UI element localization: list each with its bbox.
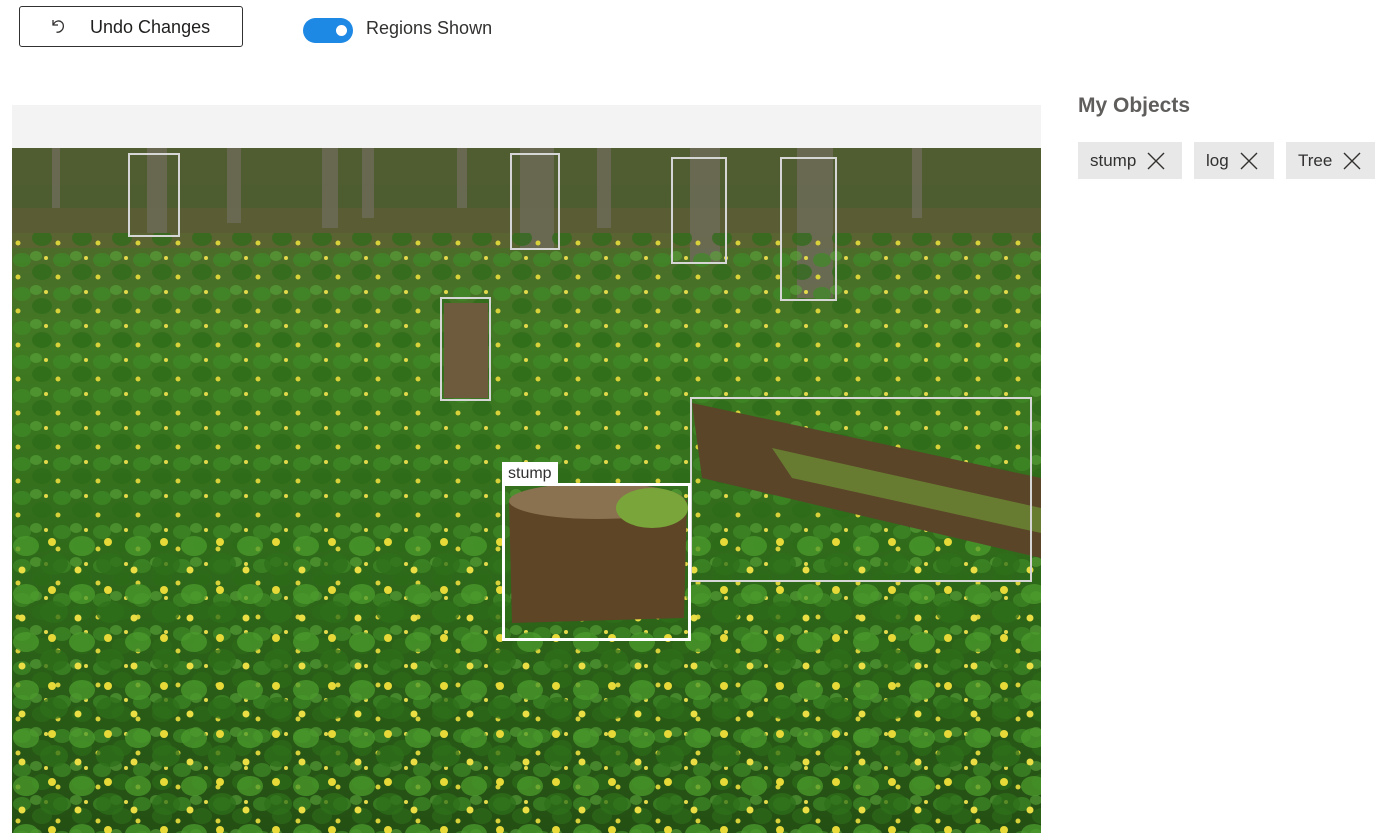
undo-changes-button[interactable]: Undo Changes	[19, 6, 243, 47]
region-log[interactable]	[690, 397, 1032, 582]
object-chip-label: Tree	[1298, 150, 1333, 170]
close-icon[interactable]	[1239, 151, 1259, 171]
canvas-header-bar	[12, 105, 1041, 148]
region-tree-2[interactable]	[510, 153, 560, 250]
object-chip-stump[interactable]: stump	[1078, 142, 1182, 179]
object-chip-tree[interactable]: Tree	[1286, 142, 1375, 179]
my-objects-title: My Objects	[1078, 94, 1191, 117]
object-chip-label: log	[1206, 150, 1229, 170]
object-chip-label: stump	[1090, 150, 1137, 170]
close-icon[interactable]	[1146, 151, 1166, 171]
regions-shown-label: Regions Shown	[366, 18, 493, 38]
undo-changes-label: Undo Changes	[90, 17, 211, 37]
region-stump-selected[interactable]	[502, 483, 691, 641]
object-chip-log[interactable]: log	[1194, 142, 1274, 179]
region-tree-3[interactable]	[671, 157, 727, 264]
selected-region-tag: stump	[502, 462, 558, 483]
close-icon[interactable]	[1342, 151, 1362, 171]
region-tree-4[interactable]	[780, 157, 837, 301]
toggle-knob	[336, 25, 347, 36]
regions-shown-toggle[interactable]	[303, 18, 353, 43]
region-tree-1[interactable]	[128, 153, 180, 237]
undo-icon	[52, 20, 65, 33]
region-log-small[interactable]	[440, 297, 491, 401]
